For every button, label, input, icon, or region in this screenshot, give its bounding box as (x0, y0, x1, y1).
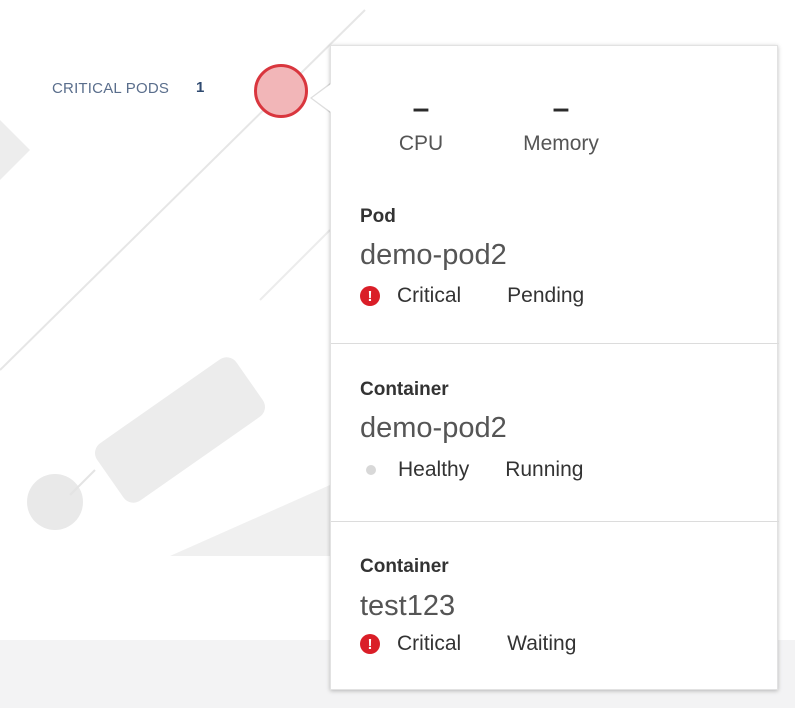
cpu-label: CPU (398, 132, 444, 155)
critical-icon: ! (360, 634, 380, 654)
cpu-value: – (412, 92, 430, 125)
health-status: Critical (397, 284, 462, 307)
section-type: Container (360, 379, 449, 400)
pod-details-card: – CPU – Memory Pod demo-pod2 ! Critical … (330, 45, 779, 690)
memory-metric: – Memory (511, 94, 611, 156)
section-status: ! Critical Pending (360, 284, 584, 308)
section-name: demo-pod2 (360, 412, 507, 444)
healthy-dot-icon (366, 465, 376, 475)
memory-value: – (552, 92, 570, 125)
section-type: Container (360, 556, 449, 577)
phase-status: Waiting (507, 632, 577, 655)
section-name: test123 (360, 590, 456, 622)
critical-pods-label: CRITICAL PODS (52, 80, 170, 97)
section-status: Healthy Running (360, 458, 583, 482)
section-type: Pod (360, 206, 396, 227)
phase-status: Running (505, 458, 584, 481)
memory-label: Memory (523, 132, 599, 155)
section-name: demo-pod2 (360, 239, 507, 271)
health-status: Healthy (398, 458, 470, 481)
section-divider (331, 521, 779, 522)
health-status: Critical (397, 632, 462, 655)
section-status: ! Critical Waiting (360, 632, 576, 656)
critical-icon: ! (360, 286, 380, 306)
critical-pod-node[interactable] (254, 64, 308, 118)
cpu-metric: – CPU (381, 94, 461, 156)
critical-pods-count: 1 (196, 79, 205, 96)
phase-status: Pending (507, 284, 585, 307)
tooltip-arrow (312, 84, 331, 112)
section-divider (331, 343, 779, 344)
